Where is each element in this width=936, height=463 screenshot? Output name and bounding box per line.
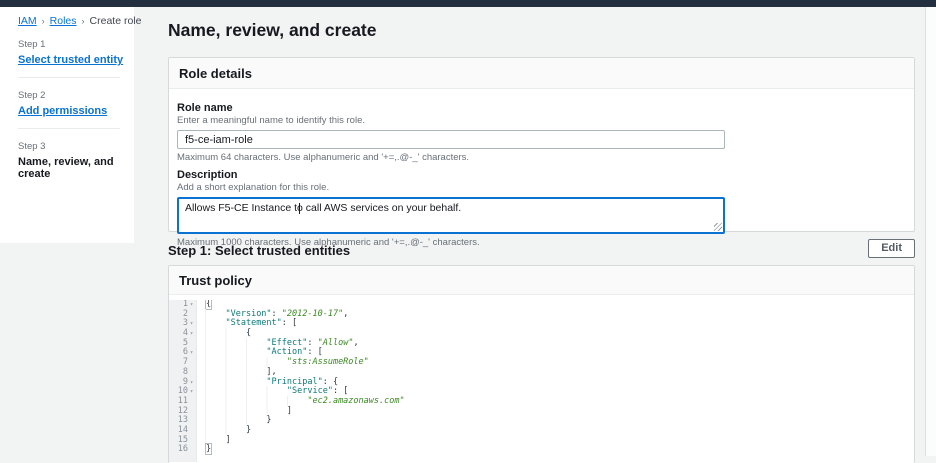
role-name-label: Role name bbox=[177, 102, 904, 114]
code-token-pun: : bbox=[307, 338, 317, 348]
fold-caret-icon[interactable]: ▾ bbox=[188, 300, 195, 310]
fold-caret-icon[interactable]: ▾ bbox=[188, 329, 195, 339]
fold-caret-icon[interactable]: ▾ bbox=[188, 378, 195, 388]
code-token-sp bbox=[205, 309, 225, 319]
role-details-header: Role details bbox=[169, 58, 914, 89]
step1-section-header: Step 1: Select trusted entities Edit bbox=[168, 238, 915, 260]
code-token-sp bbox=[205, 425, 246, 435]
editor-gutter[interactable]: 1▾23▾4▾56▾789▾10▾111213141516 bbox=[169, 300, 197, 462]
code-token-key: "Service" bbox=[287, 386, 333, 396]
code-token-pun: } bbox=[246, 425, 251, 435]
code-token-brk: } bbox=[205, 443, 212, 455]
code-line: "sts:AssumeRole" bbox=[205, 358, 914, 368]
code-line: ] bbox=[205, 436, 914, 446]
role-details-card: Role details Role name Enter a meaningfu… bbox=[168, 57, 915, 232]
code-token-pun: { bbox=[246, 328, 251, 338]
console-top-bar bbox=[0, 0, 936, 7]
code-token-pun: : [ bbox=[333, 386, 348, 396]
breadcrumb-current: Create role bbox=[90, 15, 142, 27]
sidebar-item-select-trusted-entity[interactable]: Select trusted entity bbox=[18, 54, 126, 66]
code-line: } bbox=[205, 416, 914, 426]
step-2-number: Step 2 bbox=[18, 90, 126, 101]
code-token-sp bbox=[205, 338, 266, 348]
code-token-key: "Effect" bbox=[266, 338, 307, 348]
code-token-sp bbox=[205, 357, 287, 367]
trust-policy-header: Trust policy bbox=[169, 266, 914, 295]
role-name-hint: Enter a meaningful name to identify this… bbox=[177, 115, 904, 126]
code-token-sp bbox=[205, 347, 266, 357]
main-content: Name, review, and create Role details Ro… bbox=[168, 7, 915, 456]
fold-caret-icon[interactable]: ▾ bbox=[188, 348, 195, 358]
step1-section-title: Step 1: Select trusted entities bbox=[168, 238, 915, 258]
code-token-sp bbox=[205, 367, 266, 377]
chevron-right-icon: › bbox=[42, 16, 45, 26]
fold-caret-icon[interactable]: ▾ bbox=[188, 319, 195, 329]
code-token-sp bbox=[205, 386, 287, 396]
resize-handle-icon[interactable] bbox=[714, 223, 722, 231]
code-token-key: "Version" bbox=[225, 309, 271, 319]
code-token-pun: : { bbox=[323, 377, 338, 387]
trust-policy-card: Trust policy 1▾23▾4▾56▾789▾10▾1112131415… bbox=[168, 265, 915, 463]
code-token-str: "2012-10-17" bbox=[282, 309, 343, 319]
breadcrumb-link-roles[interactable]: Roles bbox=[50, 15, 77, 27]
code-token-pun: , bbox=[343, 309, 348, 319]
description-label: Description bbox=[177, 169, 904, 181]
code-token-pun: : [ bbox=[282, 318, 297, 328]
page-title: Name, review, and create bbox=[168, 20, 377, 41]
sidebar-divider bbox=[18, 77, 120, 78]
code-token-sp bbox=[205, 318, 225, 328]
code-line: } bbox=[205, 445, 914, 455]
code-token-pun: } bbox=[266, 415, 271, 425]
sidebar-item-name-review-create: Name, review, and create bbox=[18, 156, 126, 180]
breadcrumb-link-iam[interactable]: IAM bbox=[18, 15, 37, 27]
edit-button[interactable]: Edit bbox=[868, 239, 915, 258]
chevron-right-icon: › bbox=[82, 16, 85, 26]
description-textarea[interactable]: Allows F5-CE Instance to call AWS servic… bbox=[177, 197, 725, 234]
code-token-pun: ] bbox=[225, 435, 230, 445]
code-token-str: "sts:AssumeRole" bbox=[287, 357, 369, 367]
role-name-input[interactable] bbox=[177, 130, 725, 149]
code-line: "ec2.amazonaws.com" bbox=[205, 397, 914, 407]
code-token-sp bbox=[205, 406, 287, 416]
sidebar-divider bbox=[18, 128, 120, 129]
code-line: ] bbox=[205, 407, 914, 417]
line-number: 16 bbox=[178, 445, 188, 455]
code-token-key: "Action" bbox=[266, 347, 307, 357]
breadcrumb: IAM › Roles › Create role bbox=[18, 15, 126, 27]
fold-caret-icon[interactable]: ▾ bbox=[188, 387, 195, 397]
code-token-sp bbox=[205, 415, 266, 425]
editor-code[interactable]: { "Version": "2012-10-17", "Statement": … bbox=[197, 300, 914, 462]
step-3-number: Step 3 bbox=[18, 141, 126, 152]
code-token-key: "Principal" bbox=[266, 377, 322, 387]
role-name-constraint: Maximum 64 characters. Use alphanumeric … bbox=[177, 152, 904, 163]
code-token-pun: : bbox=[272, 309, 282, 319]
code-token-pun: ], bbox=[266, 367, 276, 377]
code-token-pun: , bbox=[353, 338, 358, 348]
text-cursor bbox=[299, 203, 300, 214]
code-token-sp bbox=[205, 328, 246, 338]
sidebar-item-add-permissions[interactable]: Add permissions bbox=[18, 105, 126, 117]
trust-policy-editor[interactable]: 1▾23▾4▾56▾789▾10▾111213141516 { "Version… bbox=[169, 300, 914, 462]
code-token-pun: ] bbox=[287, 406, 292, 416]
code-token-key: "Statement" bbox=[225, 318, 281, 328]
code-token-sp bbox=[205, 377, 266, 387]
page-scrollbar[interactable] bbox=[925, 7, 936, 456]
description-hint: Add a short explanation for this role. bbox=[177, 182, 904, 193]
code-line: "Version": "2012-10-17", bbox=[205, 310, 914, 320]
code-line: } bbox=[205, 426, 914, 436]
code-token-str: "Allow" bbox=[318, 338, 354, 348]
gutter-line: 16 bbox=[169, 445, 196, 455]
code-line: "Statement": [ bbox=[205, 319, 914, 329]
code-token-sp bbox=[205, 396, 307, 406]
wizard-sidebar: IAM › Roles › Create role Step 1 Select … bbox=[0, 7, 134, 243]
code-token-str: "ec2.amazonaws.com" bbox=[307, 396, 404, 406]
step-1-number: Step 1 bbox=[18, 39, 126, 50]
description-value: Allows F5-CE Instance to call AWS servic… bbox=[179, 199, 723, 217]
code-token-pun: : [ bbox=[307, 347, 322, 357]
